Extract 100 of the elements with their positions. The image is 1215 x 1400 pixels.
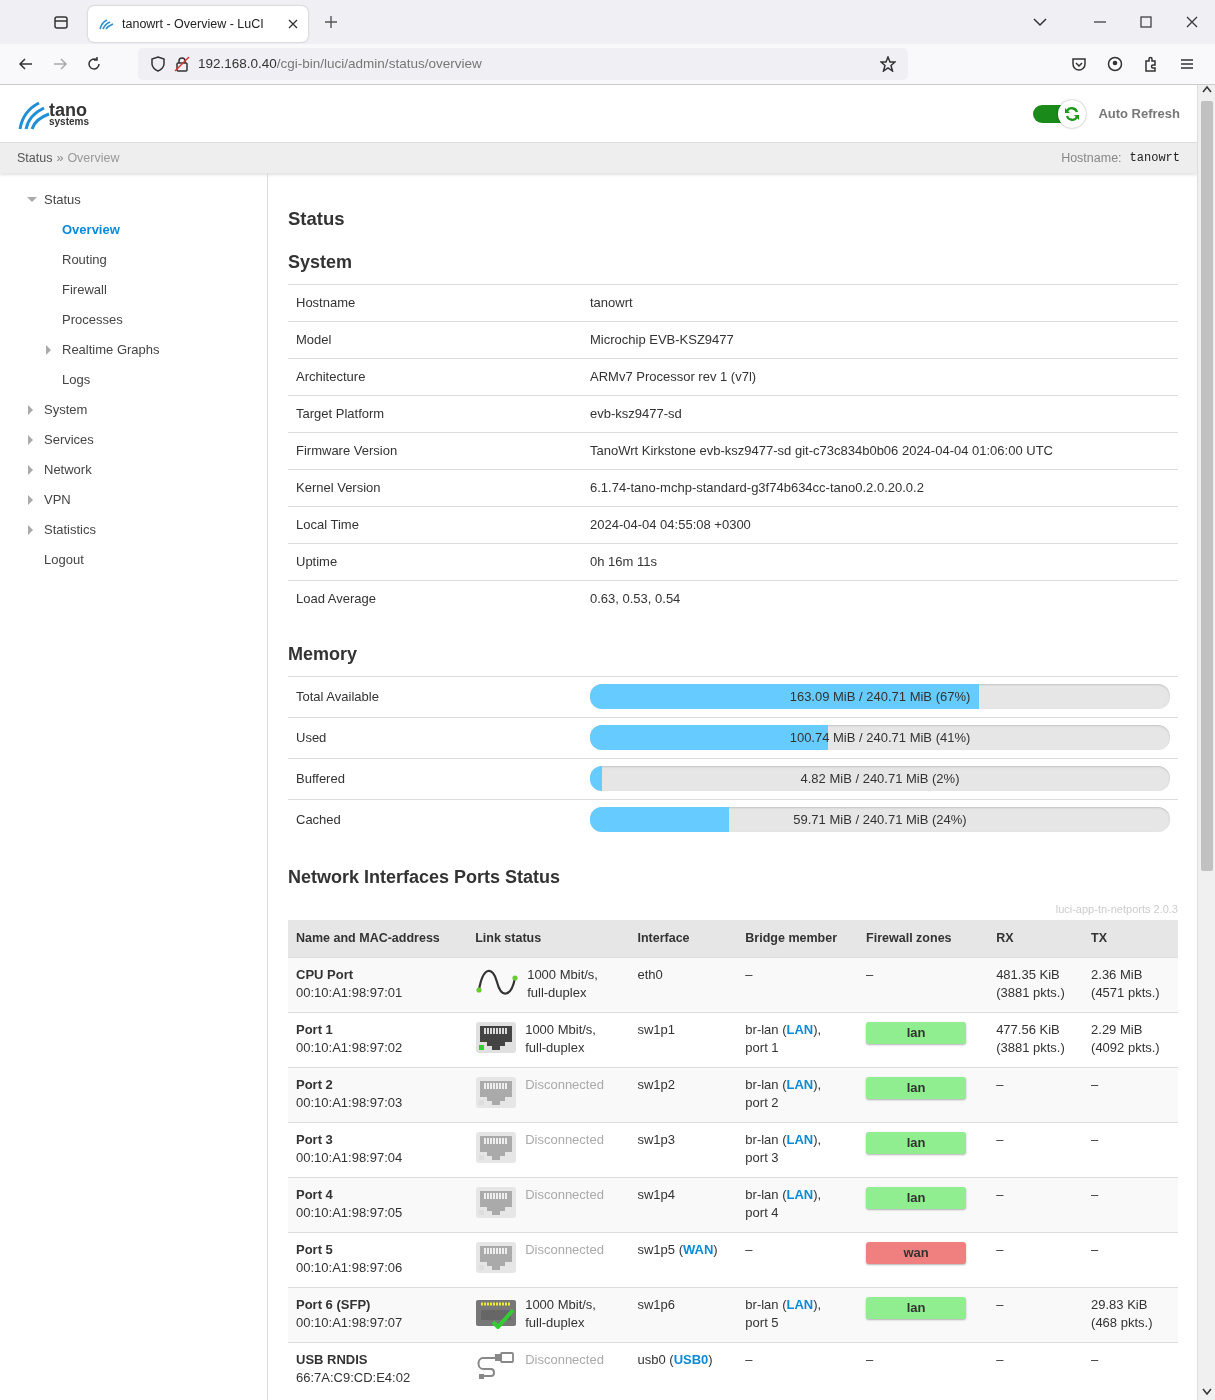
- close-icon[interactable]: [1185, 15, 1199, 29]
- zone-link[interactable]: USB0: [673, 1352, 709, 1367]
- firewall-zone-tag: wan: [866, 1242, 967, 1264]
- rx-counter: 477.56 KiB (3881 pkts.): [996, 1022, 1065, 1055]
- zone-link[interactable]: LAN: [786, 1022, 814, 1037]
- scroll-down-icon[interactable]: [1201, 1388, 1212, 1396]
- memory-reading: 59.71 MiB / 240.71 MiB (24%): [792, 811, 968, 830]
- nav-item[interactable]: Services: [0, 425, 267, 455]
- bridge-member: br-lan (LAN), port 4: [745, 1187, 822, 1220]
- field-label: Total Available: [296, 688, 380, 706]
- mac-address: 66:7A:C9:CD:E4:02: [296, 1370, 411, 1385]
- extensions-icon[interactable]: [1143, 56, 1159, 72]
- firewall-zone-tag: lan: [866, 1022, 967, 1044]
- empty-dash: –: [996, 1352, 1004, 1367]
- zone-link[interactable]: LAN: [786, 1187, 814, 1202]
- bridge-member: br-lan (LAN), port 1: [745, 1022, 822, 1055]
- zone-link[interactable]: LAN: [786, 1132, 814, 1147]
- nav-item[interactable]: VPN: [0, 485, 267, 515]
- current-page-label: Overview: [67, 149, 120, 167]
- auto-refresh-label: Auto Refresh: [1098, 104, 1180, 123]
- nav-item[interactable]: Network: [0, 455, 267, 485]
- account-icon[interactable]: [1107, 56, 1123, 72]
- section-title: Memory: [288, 642, 359, 666]
- nav-item[interactable]: Routing: [0, 245, 267, 275]
- logo[interactable]: tano systems: [17, 96, 90, 131]
- field-label: Kernel Version: [296, 479, 382, 497]
- nav-item[interactable]: Statistics: [0, 515, 267, 545]
- pocket-icon[interactable]: [1071, 56, 1087, 72]
- field-value: 0.63, 0.53, 0.54: [590, 590, 681, 608]
- address-bar[interactable]: 192.168.0.40/cgi-bin/luci/admin/status/overview: [138, 48, 908, 80]
- nav-item[interactable]: Status: [0, 185, 267, 215]
- field-value: 0h 16m 11s: [590, 553, 657, 571]
- chevron-down-icon[interactable]: [1033, 15, 1047, 29]
- port-name: CPU Port: [296, 967, 354, 982]
- firewall-zone-tag: lan: [866, 1297, 967, 1319]
- tab-list-icon[interactable]: [53, 14, 69, 30]
- close-icon[interactable]: [288, 19, 298, 29]
- zone-link[interactable]: LAN: [786, 1297, 814, 1312]
- bridge-member: br-lan (LAN), port 5: [745, 1297, 822, 1330]
- empty-dash: –: [1091, 1187, 1099, 1202]
- reload-icon[interactable]: [86, 56, 102, 72]
- nav-item[interactable]: Logout: [0, 545, 267, 575]
- empty-dash: –: [1091, 1352, 1099, 1367]
- link-status: Disconnected: [525, 1186, 604, 1204]
- url-text: 192.168.0.40/cgi-bin/luci/admin/status/overview: [198, 54, 483, 73]
- port-name: Port 1: [296, 1022, 333, 1037]
- back-icon[interactable]: [18, 56, 34, 72]
- field-label: Local Time: [296, 516, 360, 534]
- nav-item-selected[interactable]: Overview: [0, 215, 267, 245]
- lock-icon: [174, 56, 190, 72]
- interface-name: sw1p4: [637, 1187, 676, 1202]
- mac-address: 00:10:A1:98:97:02: [296, 1040, 403, 1055]
- menu-icon[interactable]: [1179, 56, 1195, 72]
- tx-counter: 29.83 KiB (468 pkts.): [1091, 1297, 1153, 1330]
- port-name: Port 2: [296, 1077, 333, 1092]
- nav-item[interactable]: System: [0, 395, 267, 425]
- section-title: Network Interfaces Ports Status: [288, 865, 562, 889]
- scrollbar-thumb[interactable]: [1200, 101, 1213, 871]
- firewall-zone-tag: lan: [866, 1077, 967, 1099]
- field-value: tanowrt: [590, 294, 633, 312]
- firewall-zone-tag: lan: [866, 1187, 967, 1209]
- scroll-up-icon[interactable]: [1201, 85, 1212, 93]
- link-status: 1000 Mbit/s, full-duplex: [525, 1021, 596, 1057]
- nav-item[interactable]: Logs: [0, 365, 267, 395]
- field-label: Model: [296, 331, 333, 349]
- mac-address: 00:10:A1:98:97:07: [296, 1315, 403, 1330]
- nav-item[interactable]: Realtime Graphs: [0, 335, 267, 365]
- browser-tab[interactable]: tanowrt - Overview - LuCI: [88, 6, 308, 42]
- breadcrumb-separator: »: [56, 149, 64, 167]
- link-status: Disconnected: [525, 1351, 604, 1369]
- zone-link[interactable]: WAN: [683, 1242, 714, 1257]
- empty-dash: –: [866, 1352, 874, 1367]
- zone-link[interactable]: LAN: [786, 1077, 814, 1092]
- empty-dash: –: [866, 967, 874, 982]
- nav-item[interactable]: Processes: [0, 305, 267, 335]
- field-value: TanoWrt Kirkstone evb-ksz9477-sd git-c73c834b0b06 2024-04-04 01:06:00 UTC: [590, 442, 1053, 460]
- star-icon[interactable]: [880, 56, 896, 72]
- tx-counter: 2.36 MiB (4571 pkts.): [1091, 967, 1160, 1000]
- port-name: USB RNDIS: [296, 1352, 368, 1367]
- field-label: Buffered: [296, 770, 346, 788]
- breadcrumb-link[interactable]: Status: [17, 148, 53, 168]
- maximize-icon[interactable]: [1139, 15, 1153, 29]
- page-title: Status: [288, 207, 346, 231]
- field-label: Uptime: [296, 553, 339, 571]
- mac-address: 00:10:A1:98:97:01: [296, 985, 403, 1000]
- column-header: Firewall zones: [858, 920, 989, 958]
- rx-counter: 481.35 KiB (3881 pkts.): [996, 967, 1065, 1000]
- nav-item[interactable]: Firewall: [0, 275, 267, 305]
- section-title: System: [288, 250, 354, 274]
- field-label: Used: [296, 729, 328, 747]
- interface-name: sw1p6: [637, 1297, 676, 1312]
- port-name: Port 6 (SFP): [296, 1297, 371, 1312]
- new-tab-icon[interactable]: [324, 15, 338, 29]
- link-status: 1000 Mbit/s, full-duplex: [527, 966, 598, 1002]
- port-name: Port 4: [296, 1187, 333, 1202]
- interface-name: usb0 (USB0): [637, 1352, 713, 1367]
- hostname-label: Hostname:: [1061, 149, 1122, 167]
- auto-refresh-toggle[interactable]: [1033, 98, 1088, 129]
- link-status: Disconnected: [525, 1241, 604, 1259]
- field-label: Target Platform: [296, 405, 386, 423]
